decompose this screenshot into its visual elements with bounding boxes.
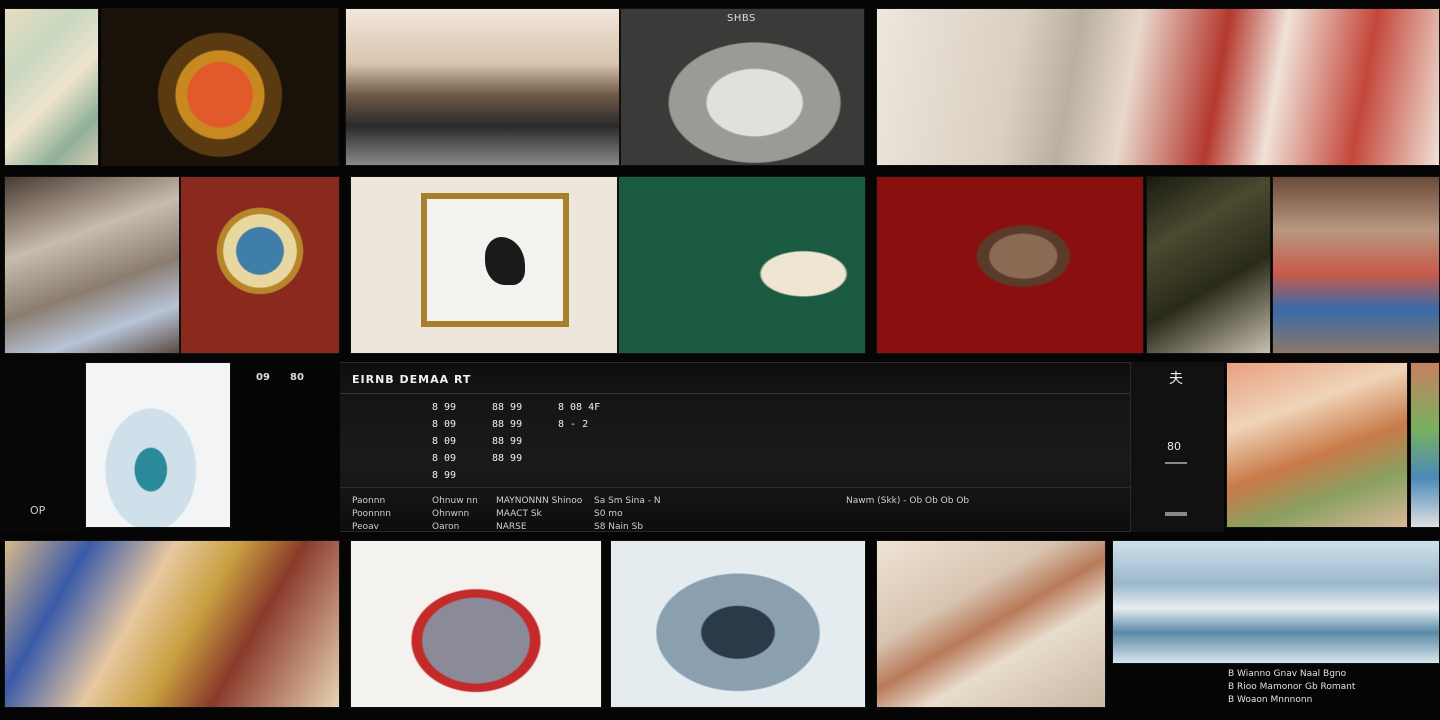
- tile-caption: SHBS: [727, 13, 756, 24]
- kanji-glyph: 夫: [1169, 371, 1183, 387]
- meta-value: 88 99: [492, 419, 523, 430]
- artwork-tile-7[interactable]: [180, 176, 340, 354]
- artwork-tile-5[interactable]: [876, 8, 1440, 166]
- artwork-image: [5, 9, 98, 165]
- artwork-tile-1[interactable]: [4, 8, 99, 166]
- artwork-image: [1273, 177, 1439, 353]
- number-label: 09: [256, 372, 270, 383]
- artwork-tile-3[interactable]: [345, 8, 620, 166]
- meta-column-3: 8 08 4F 8 - 2: [558, 399, 600, 433]
- meta-value: 88 99: [492, 453, 523, 464]
- artwork-tile-2[interactable]: [101, 8, 339, 166]
- artwork-image: [102, 9, 338, 165]
- meta-column-2: 88 99 88 99 88 99 88 99: [492, 399, 522, 467]
- footer-text: S8 Nain Sb: [594, 522, 644, 532]
- artwork-image: [1227, 363, 1407, 527]
- artwork-image: [5, 177, 179, 353]
- artwork-image: [181, 177, 339, 353]
- footer-text: Paonnn: [352, 496, 386, 506]
- footer-text: Nawm (Skk) - Ob Ob Ob Ob: [846, 496, 970, 506]
- artwork-image: [619, 177, 865, 353]
- artwork-image: [86, 363, 230, 527]
- footer-column-1: Paonnn Poonnnn Peoav: [352, 495, 391, 534]
- artwork-tile-20[interactable]: [1112, 540, 1440, 664]
- footer-text: MAYNONNN Shinoo: [496, 496, 583, 506]
- artwork-tile-10[interactable]: [876, 176, 1144, 354]
- side-panel: 夫 80: [1130, 362, 1224, 532]
- footer-column-5: Nawm (Skk) - Ob Ob Ob Ob: [846, 495, 969, 508]
- scroll-handle[interactable]: [1165, 512, 1187, 516]
- detail-panel: EIRNB DEMAA RT 8 99 8 09 8 09 8 09 8 99 …: [340, 362, 1130, 532]
- artwork-tile-12[interactable]: [1272, 176, 1440, 354]
- artwork-tile-18[interactable]: [610, 540, 866, 708]
- artwork-image: [621, 9, 864, 165]
- meta-value: 8 09: [432, 453, 457, 464]
- artwork-image: [1411, 363, 1439, 527]
- artwork-image: [877, 541, 1105, 707]
- artwork-tile-13[interactable]: [85, 362, 231, 528]
- artwork-image: [1113, 541, 1439, 663]
- artwork-tile-16[interactable]: [4, 540, 340, 708]
- meta-value: 88 99: [492, 402, 523, 413]
- footer-text: NARSE: [496, 522, 527, 532]
- artwork-tile-4[interactable]: SHBS: [620, 8, 865, 166]
- ink-figure-icon: [485, 237, 525, 285]
- side-number: 80: [1167, 440, 1181, 453]
- left-label: OP: [30, 504, 46, 517]
- artwork-tile-15[interactable]: [1410, 362, 1440, 528]
- footer-text: Ohnwnn: [432, 509, 470, 519]
- meta-value: 8 08 4F: [558, 402, 601, 413]
- artwork-tile-9[interactable]: [618, 176, 866, 354]
- artwork-image: [877, 177, 1143, 353]
- artwork-image: [611, 541, 865, 707]
- divider: [340, 393, 1130, 394]
- artwork-tile-6[interactable]: [4, 176, 180, 354]
- caption-line: B Woaon Mnnnonn: [1228, 695, 1313, 705]
- artwork-tile-8[interactable]: [350, 176, 618, 354]
- number-label: 80: [290, 372, 304, 383]
- panel-title: EIRNB DEMAA RT: [352, 373, 472, 386]
- caption-line: B Rioo Mamonor Gb Romant: [1228, 682, 1356, 692]
- artwork-tile-19[interactable]: [876, 540, 1106, 708]
- artwork-tile-11[interactable]: [1146, 176, 1271, 354]
- artwork-image: [351, 541, 601, 707]
- footer-text: Sa Sm Sina - N: [594, 496, 661, 506]
- divider: [1165, 462, 1187, 464]
- caption-line: B Wianno Gnav Naal Bgno: [1228, 669, 1347, 679]
- meta-value: 8 - 2: [558, 419, 589, 430]
- footer-text: Ohnuw nn: [432, 496, 478, 506]
- footer-column-3: MAYNONNN Shinoo MAACT Sk NARSE: [496, 495, 582, 534]
- meta-column-1: 8 99 8 09 8 09 8 09 8 99: [432, 399, 456, 484]
- footer-text: MAACT Sk: [496, 509, 542, 519]
- footer-column-2: Ohnuw nn Ohnwnn Oaron: [432, 495, 478, 534]
- artwork-tile-14[interactable]: [1226, 362, 1408, 528]
- meta-value: 88 99: [492, 436, 523, 447]
- meta-value: 8 09: [432, 436, 457, 447]
- artwork-caption: B Wianno Gnav Naal Bgno B Rioo Mamonor G…: [1228, 668, 1355, 707]
- footer-text: S0 mo: [594, 509, 623, 519]
- footer-column-4: Sa Sm Sina - N S0 mo S8 Nain Sb: [594, 495, 661, 534]
- artwork-image: [877, 9, 1439, 165]
- footer-text: Poonnnn: [352, 509, 391, 519]
- artwork-image: [5, 541, 339, 707]
- meta-value: 8 09: [432, 419, 457, 430]
- meta-value: 8 99: [432, 470, 457, 481]
- meta-value: 8 99: [432, 402, 457, 413]
- artwork-tile-17[interactable]: [350, 540, 602, 708]
- artwork-image: [1147, 177, 1270, 353]
- divider: [340, 487, 1130, 488]
- artwork-image: [346, 9, 619, 165]
- footer-text: Oaron: [432, 522, 460, 532]
- footer-text: Peoav: [352, 522, 379, 532]
- framed-artwork: [421, 193, 569, 327]
